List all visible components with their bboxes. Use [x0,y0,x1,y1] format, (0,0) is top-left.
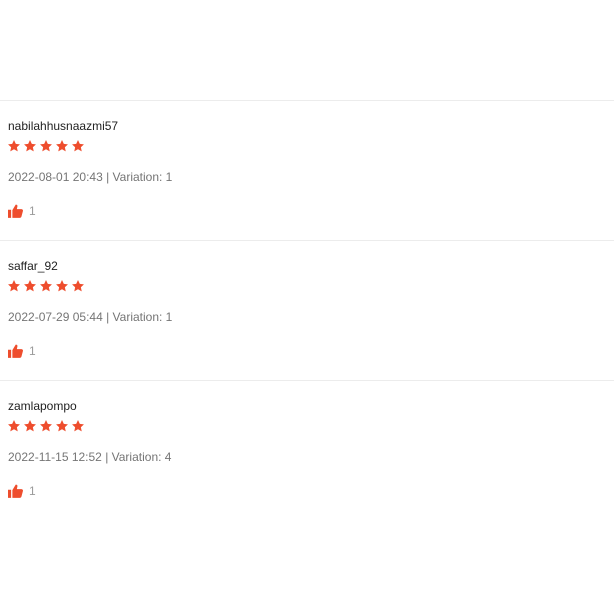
star-icon [72,140,84,152]
star-icon [8,140,20,152]
star-icon [24,140,36,152]
star-rating [7,419,85,435]
star-icon [24,420,36,432]
star-icon [72,280,84,292]
like-button[interactable]: 1 [8,204,36,218]
like-button[interactable]: 1 [8,344,36,358]
reviewer-username[interactable]: nabilahhusnaazmi57 [8,119,118,133]
star-icon [56,420,68,432]
review-date-variation: 2022-07-29 05:44 | Variation: 1 [8,310,173,324]
thumbs-up-icon[interactable] [8,204,23,218]
reviewer-username[interactable]: zamlapompo [8,399,77,413]
reviewer-username[interactable]: saffar_92 [8,259,58,273]
star-rating [7,139,85,155]
like-count: 1 [29,204,36,218]
like-count: 1 [29,344,36,358]
star-icon [72,420,84,432]
star-icon [24,280,36,292]
like-button[interactable]: 1 [8,484,36,498]
star-icon [56,280,68,292]
star-icon [56,140,68,152]
review-date-variation: 2022-08-01 20:43 | Variation: 1 [8,170,173,184]
review-date-variation: 2022-11-15 12:52 | Variation: 4 [8,450,172,464]
review-item: nabilahhusnaazmi57 2022-08-01 20:43 | Va… [0,100,614,240]
review-item: saffar_92 2022-07-29 05:44 | Variation: … [0,240,614,380]
thumbs-up-icon[interactable] [8,484,23,498]
star-rating [7,279,85,295]
star-icon [40,140,52,152]
star-icon [8,420,20,432]
page: nabilahhusnaazmi57 2022-08-01 20:43 | Va… [0,0,614,614]
star-icon [40,420,52,432]
star-icon [8,280,20,292]
like-count: 1 [29,484,36,498]
thumbs-up-icon[interactable] [8,344,23,358]
star-icon [40,280,52,292]
review-list: nabilahhusnaazmi57 2022-08-01 20:43 | Va… [0,100,614,520]
review-item: zamlapompo 2022-11-15 12:52 | Variation:… [0,380,614,520]
